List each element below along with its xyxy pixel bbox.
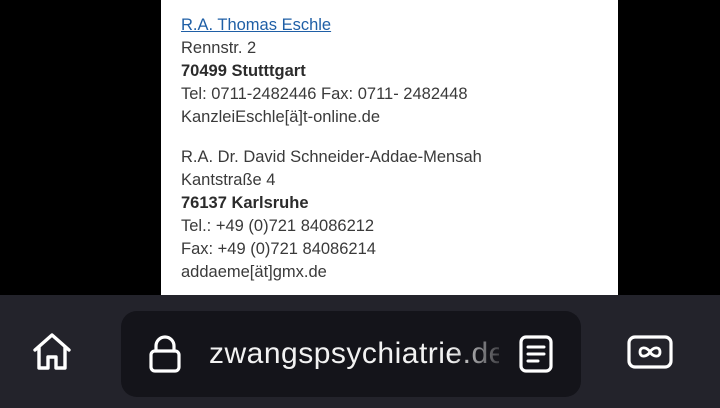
contact-city: 76137 Karlsruhe: [181, 194, 309, 212]
home-icon: [33, 333, 71, 370]
page-content: R.A. Thomas Eschle Rennstr. 2 70499 Stut…: [161, 0, 618, 295]
contact-phone: Tel.: +49 (0)721 84086212: [181, 217, 375, 235]
home-button[interactable]: [27, 327, 77, 377]
tabs-infinity-icon: [627, 335, 673, 369]
lock-icon[interactable]: [145, 334, 185, 374]
contact-email: KanzleiEschle[ä]t-online.de: [181, 108, 381, 126]
reader-mode-icon: [519, 335, 553, 373]
contact-card-schneider: R.A. Dr. David Schneider-Addae-Mensah Ka…: [181, 146, 482, 284]
tabs-button[interactable]: [624, 329, 676, 375]
contact-fax: Fax: +49 (0)721 84086214: [181, 240, 376, 258]
reader-mode-button[interactable]: [513, 331, 559, 377]
web-content-viewport: R.A. Thomas Eschle Rennstr. 2 70499 Stut…: [0, 0, 720, 295]
browser-bottom-toolbar: zwangspsychiatrie.de: [0, 295, 720, 408]
contact-street: Rennstr. 2: [181, 39, 257, 57]
contact-phone-fax: Tel: 0711-2482446 Fax: 0711- 2482448: [181, 85, 468, 103]
address-bar[interactable]: zwangspsychiatrie.de: [121, 311, 581, 397]
contact-street: Kantstraße 4: [181, 171, 276, 189]
contact-card-eschle: R.A. Thomas Eschle Rennstr. 2 70499 Stut…: [181, 14, 468, 129]
contact-name-link[interactable]: R.A. Thomas Eschle: [181, 14, 468, 37]
contact-name: R.A. Dr. David Schneider-Addae-Mensah: [181, 148, 482, 166]
url-fade-overlay: [451, 329, 511, 379]
contact-city: 70499 Stutttgart: [181, 62, 306, 80]
contact-email: addaeme[ät]gmx.de: [181, 263, 327, 281]
